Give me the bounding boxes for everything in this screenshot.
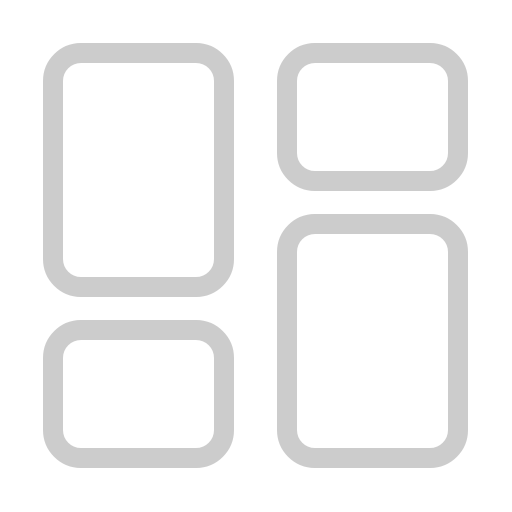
tile-top-right: [277, 43, 468, 191]
tile-bottom-right: [277, 214, 468, 468]
dashboard-layout-svg: [43, 43, 468, 468]
tile-top-left: [43, 43, 234, 297]
dashboard-layout-icon: [0, 0, 512, 512]
tile-bottom-left: [43, 320, 234, 468]
